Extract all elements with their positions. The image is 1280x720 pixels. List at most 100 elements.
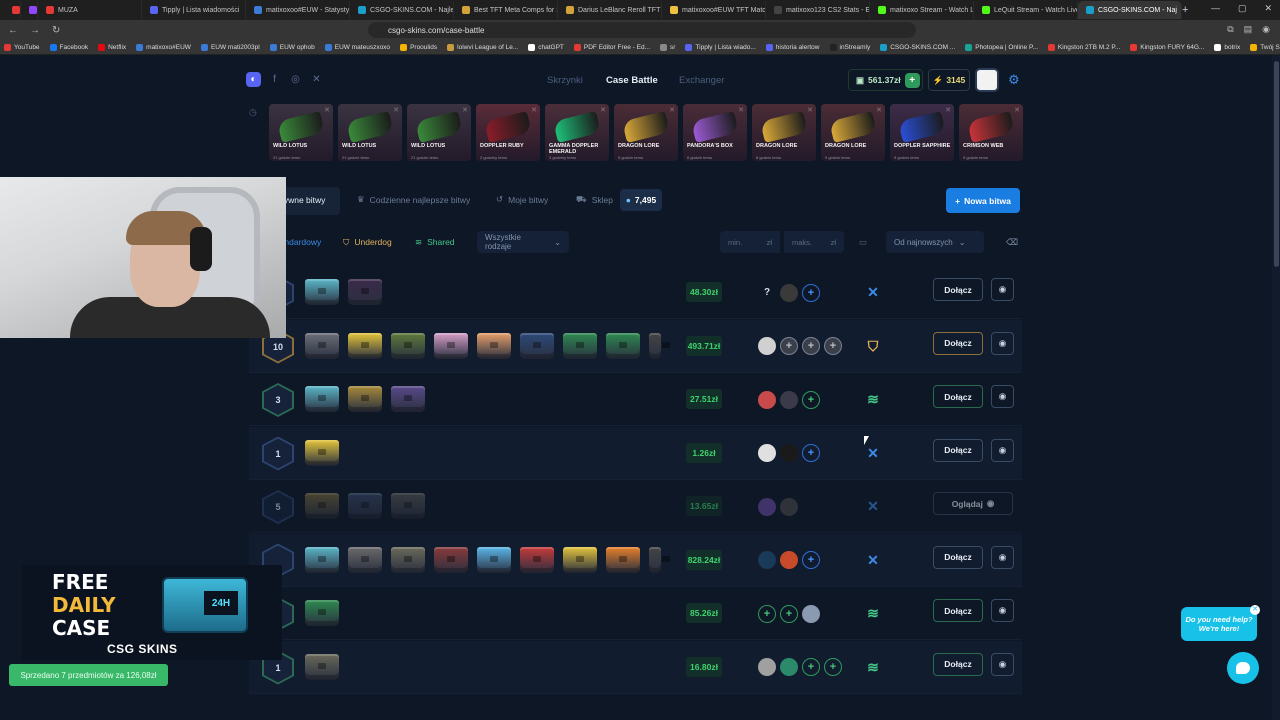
browser-tab[interactable]: matixoxoo#EUW - Statystyki [246,1,350,19]
case-icon[interactable] [520,546,554,573]
facebook-icon[interactable]: f [267,72,282,87]
sidebar-icon[interactable]: ▤ [1244,24,1253,35]
recent-drop-card[interactable]: ✕ CRIMSON WEB 9 godzin temu [959,104,1023,161]
bookmark-item[interactable]: EUW ophob [269,43,315,51]
bookmark-item[interactable]: inStreamly [829,43,870,51]
recent-drop-card[interactable]: ✕ DRAGON LORE 5 godzin temu [614,104,678,161]
view-battle-eye-icon[interactable]: ◉ [991,545,1014,569]
case-icon[interactable] [305,653,339,680]
case-icon[interactable] [520,332,554,359]
case-icon[interactable] [606,332,640,359]
join-slot-button[interactable]: + [758,604,776,623]
browser-tab[interactable]: matixoxo Stream - Watch Li [870,1,974,19]
case-icon[interactable] [606,546,640,573]
bookmark-item[interactable]: Photopea | Online P... [965,43,1038,51]
bookmark-item[interactable]: matixoxo#EUW [136,43,191,51]
case-icon[interactable] [649,332,670,359]
bookmark-item[interactable]: loiwvi League of Le... [447,43,518,51]
case-icon[interactable] [348,493,382,519]
balance-display[interactable]: ▣ 561.37zł + [848,69,923,91]
watch-battle-button[interactable]: Oglądaj ◉ [933,492,1013,515]
new-tab-icon[interactable]: + [1182,4,1188,16]
back-icon[interactable]: ← [8,25,18,36]
bookmark-item[interactable]: Kingston FURY 64G... [1130,43,1204,51]
bookmark-item[interactable]: YouTube [4,43,40,51]
join-slot-button[interactable]: + [824,658,842,676]
case-icon[interactable] [348,279,382,305]
case-icon[interactable] [348,332,382,359]
sort-select[interactable]: Od najnowszych ⌄ [886,231,984,253]
chat-launcher-button[interactable] [1227,652,1259,684]
case-icon[interactable] [649,546,670,573]
browser-tab[interactable]: Darius LeBlanc Reroll TFT Com [558,1,662,19]
instagram-icon[interactable]: ◎ [288,72,303,87]
browser-tab[interactable]: matixoxo123 CS2 Stats - Ed [766,1,870,19]
bookmark-item[interactable]: Tipply | Lista wiado... [685,43,756,51]
case-icon[interactable] [477,546,511,573]
join-battle-button[interactable]: Dołącz [933,545,983,569]
join-slot-button[interactable]: + [824,337,842,355]
case-icon[interactable] [305,279,339,305]
case-icon[interactable] [391,546,425,573]
settings-gear-icon[interactable]: ⚙ [1008,72,1020,88]
filter-shared[interactable]: ≋ Shared [415,231,455,253]
bookmark-item[interactable]: PDF Editor Free - Ed... [573,43,650,51]
user-avatar[interactable] [975,68,999,92]
bookmark-item[interactable]: Prooulids [400,43,437,51]
clear-filters-eraser-icon[interactable]: ⌫ [1006,231,1018,253]
case-icon[interactable] [434,546,468,573]
join-slot-button[interactable]: + [780,337,798,355]
view-battle-eye-icon[interactable]: ◉ [991,331,1014,355]
max-price-input[interactable]: maks. zł [784,231,844,253]
recent-drop-card[interactable]: ✕ PANDORA'S BOX 6 godzin temu [683,104,747,161]
browser-tab[interactable]: matixoxoo#EUW TFT Match [662,1,766,19]
bookmark-item[interactable]: Twój Serwer - SkillH... [1250,43,1280,51]
min-price-input[interactable]: min. zł [720,231,780,253]
bookmark-item[interactable]: Kingston 2TB M.2 P... [1047,43,1120,51]
reload-icon[interactable]: ↻ [52,25,60,36]
bookmark-item[interactable]: Netflix [98,43,126,51]
recent-drop-card[interactable]: ✕ DOPPLER RUBY 2 godziny temu [476,104,540,161]
view-battle-eye-icon[interactable]: ◉ [991,599,1014,622]
scrollbar[interactable] [1272,55,1280,720]
points-display[interactable]: ⚡ 3145 [928,69,970,91]
recent-drop-card[interactable]: ✕ WILD LOTUS 21 godzin temu [269,104,333,161]
help-bubble[interactable]: Do you need help? We're here! [1181,607,1257,641]
bookmark-item[interactable]: EUW mateuszxoxo [324,43,390,51]
extensions-icon[interactable]: ⧉ [1227,24,1233,35]
join-slot-button[interactable]: + [802,337,820,355]
browser-tab[interactable]: MUZA [38,1,142,19]
tab-daily-best[interactable]: ♛ Codzienne najlepsze bitwy [357,194,470,205]
browser-tab[interactable]: LeQuit Stream - Watch Live o [974,1,1078,19]
case-icon[interactable] [391,332,425,359]
case-icon[interactable] [305,439,339,466]
view-battle-eye-icon[interactable]: ◉ [991,385,1014,408]
recent-drop-card[interactable]: ✕ DOPPLER SAPPHIRE 9 godzin temu [890,104,954,161]
minimize-icon[interactable]: — [1211,3,1220,14]
case-icon[interactable] [434,332,468,359]
case-icon[interactable] [391,386,425,412]
bookmark-item[interactable]: historia alertow [765,43,820,51]
x-twitter-icon[interactable]: ✕ [309,72,324,87]
tab-my-battles[interactable]: ↺ Moje bitwy [496,194,548,205]
recent-drop-card[interactable]: ✕ DRAGON LORE 9 godzin temu [821,104,885,161]
filter-underdog[interactable]: ⛉ Underdog [343,231,392,253]
case-icon[interactable] [391,493,425,519]
case-icon[interactable] [563,332,597,359]
join-slot-button[interactable]: + [802,551,820,569]
join-battle-button[interactable]: Dołącz [933,599,983,622]
browser-tab[interactable]: Best TFT Meta Comps for Set [454,1,558,19]
discord-icon[interactable]: ◐ [246,72,261,87]
join-battle-button[interactable]: Dołącz [933,331,983,355]
browser-tab[interactable]: CSGO-SKINS.COM - Najlepsze [350,1,454,19]
join-slot-button[interactable]: + [802,658,820,676]
bookmark-item[interactable]: CSGO-SKINS.COM ... [880,43,955,51]
bookmark-item[interactable]: sr [660,43,675,51]
view-battle-eye-icon[interactable]: ◉ [991,652,1014,676]
bookmark-item[interactable]: EUW mati2003pl [200,43,260,51]
join-battle-button[interactable]: Dołącz [933,278,983,301]
forward-icon[interactable]: → [30,25,40,36]
case-icon[interactable] [305,386,339,412]
case-icon[interactable] [477,332,511,359]
bookmark-item[interactable]: chatGPT [528,43,564,51]
